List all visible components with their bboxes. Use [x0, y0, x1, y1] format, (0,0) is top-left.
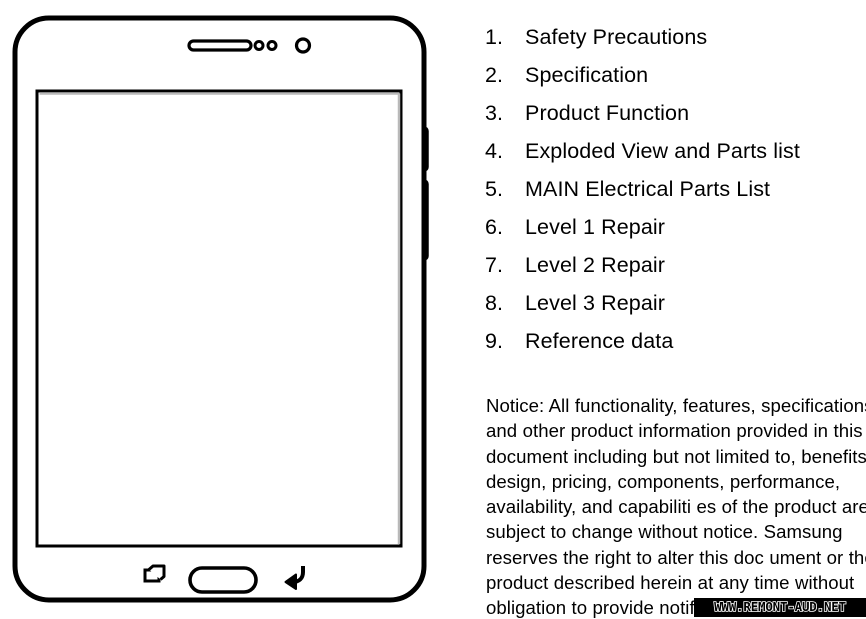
toc-label: MAIN Electrical Parts List [525, 177, 771, 201]
home-key[interactable] [188, 566, 258, 594]
toc-number: 5. [485, 177, 504, 201]
toc-label: Safety Precautions [525, 25, 708, 49]
proximity-sensor-dot [253, 40, 265, 51]
list-item: 9. Reference data [485, 322, 866, 360]
light-sensor-dot [266, 40, 278, 51]
manual-text-pane: 1. Safety Precautions 2. Specification 3. P… [485, 0, 866, 619]
toc-number: 3. [485, 101, 504, 125]
toc-label: Level 2 Repair [525, 253, 666, 277]
toc-number: 9. [485, 329, 504, 353]
list-item: 2. Specification [485, 56, 866, 94]
list-item: 4. Exploded View and Parts list [485, 132, 866, 170]
toc-number: 2. [485, 63, 504, 87]
toc-number: 1. [485, 25, 504, 49]
list-item: 6. Level 1 Repair [485, 208, 866, 246]
toc-label: Reference data [525, 329, 674, 353]
toc-label: Specification [525, 63, 649, 87]
toc-label: Product Function [525, 101, 690, 125]
toc-label: Exploded View and Parts list [525, 139, 800, 163]
tablet-illustration-pane [0, 0, 470, 619]
toc-number: 8. [485, 291, 504, 315]
list-item: 3. Product Function [485, 94, 866, 132]
list-item: 1. Safety Precautions [485, 18, 866, 56]
list-item: 8. Level 3 Repair [485, 284, 866, 322]
notice-paragraph: Notice: All functionality, features, spe… [486, 395, 866, 619]
site-watermark: WWW.REMONT-AUD.NET [694, 598, 866, 617]
speaker-grille [187, 39, 253, 52]
watermark-text: WWW.REMONT-AUD.NET [713, 599, 847, 615]
list-item: 5. MAIN Electrical Parts List [485, 170, 866, 208]
front-camera [294, 37, 312, 54]
display-screen[interactable] [35, 89, 403, 548]
toc-number: 6. [485, 215, 504, 239]
list-item: 7. Level 2 Repair [485, 246, 866, 284]
toc-number: 7. [485, 253, 504, 277]
toc-label: Level 1 Repair [525, 215, 666, 239]
table-of-contents: 1. Safety Precautions 2. Specification 3. P… [485, 18, 866, 360]
toc-number: 4. [485, 139, 504, 163]
tablet-line-drawing [12, 15, 429, 603]
toc-label: Level 3 Repair [525, 291, 666, 315]
